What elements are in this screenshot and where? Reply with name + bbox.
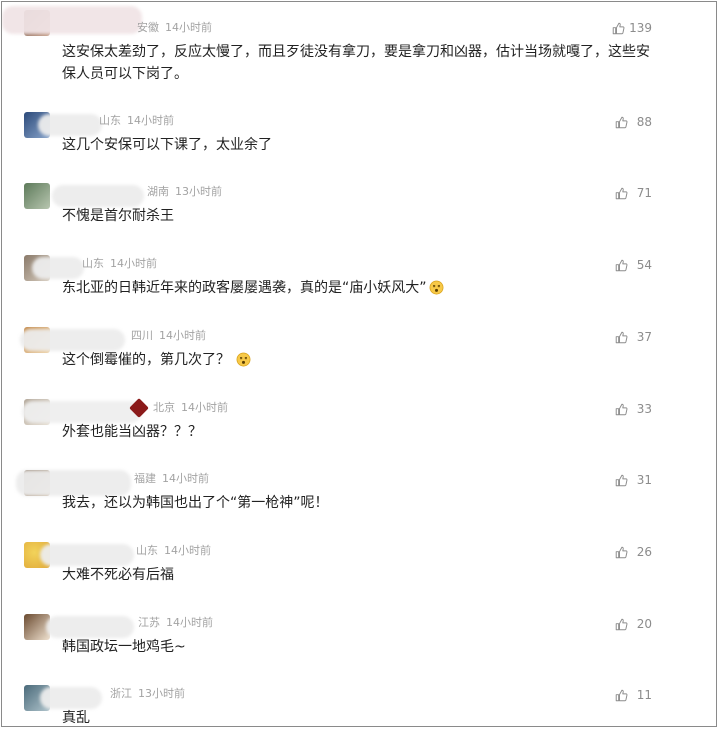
like-button[interactable]: 31	[615, 473, 652, 487]
like-button[interactable]: 26	[615, 545, 652, 559]
username-redaction	[22, 401, 142, 423]
like-button[interactable]: 88	[615, 115, 652, 129]
username-redaction	[52, 185, 144, 207]
comment-time: 14小时前	[110, 257, 157, 270]
comment-location: 北京	[153, 401, 175, 414]
comment-meta: 福建 14小时前	[134, 472, 209, 486]
comment-location: 山东	[82, 257, 104, 270]
thumbs-up-icon	[615, 474, 628, 486]
comment-time: 13小时前	[175, 185, 222, 198]
username-redaction	[40, 687, 102, 709]
username-redaction	[32, 257, 84, 279]
comment-time: 14小时前	[164, 544, 211, 557]
comment-text: 这安保太差劲了，反应太慢了，而且歹徒没有拿刀，要是拿刀和凶器，估计当场就嘎了，这…	[62, 44, 650, 82]
username-redaction	[40, 544, 134, 566]
like-button[interactable]: 20	[615, 617, 652, 631]
username-redaction	[46, 616, 134, 638]
like-count: 139	[629, 21, 652, 35]
thumbs-up-icon	[615, 187, 628, 199]
like-count: 54	[636, 258, 652, 272]
username-redaction	[20, 329, 125, 351]
like-button[interactable]: 139	[612, 21, 652, 35]
comment-time: 13小时前	[138, 687, 185, 700]
comment-time: 14小时前	[165, 21, 212, 34]
comment-time: 14小时前	[166, 616, 213, 629]
comment-time: 14小时前	[159, 329, 206, 342]
like-count: 11	[636, 688, 652, 702]
comment-location: 山东	[136, 544, 158, 557]
thumbs-up-icon	[615, 259, 628, 271]
comment-meta: 山东 14小时前	[136, 544, 211, 558]
comment-location: 浙江	[110, 687, 132, 700]
thumbs-up-icon	[612, 22, 625, 34]
thumbs-up-icon	[615, 403, 628, 415]
comment-list: 安徽 14小时前 139 这安保太差劲了，反应太慢了，而且歹徒没有拿刀，要是拿刀和…	[1, 1, 717, 727]
comment-location: 山东	[99, 114, 121, 127]
dizzy-face-emoji-icon	[236, 352, 251, 367]
comment-meta: 江苏 14小时前	[138, 616, 213, 630]
like-button[interactable]: 33	[615, 402, 652, 416]
comment-meta: 浙江 13小时前	[110, 687, 185, 701]
like-count: 20	[636, 617, 652, 631]
like-button[interactable]: 37	[615, 330, 652, 344]
comment-meta: 山东 14小时前	[82, 257, 157, 271]
comment-text: 韩国政坛一地鸡毛~	[62, 639, 186, 655]
comment-location: 湖南	[147, 185, 169, 198]
comment-location: 江苏	[138, 616, 160, 629]
thumbs-up-icon	[615, 689, 628, 701]
comment-body: 东北亚的日韩近年来的政客屡屡遇袭，真的是“庙小妖风大”	[62, 277, 662, 299]
comment-meta: 安徽 14小时前	[137, 21, 212, 35]
comment-text: 大难不死必有后福	[62, 567, 174, 583]
like-button[interactable]: 54	[615, 258, 652, 272]
comment-text: 外套也能当凶器？？？	[62, 424, 202, 440]
dizzy-face-emoji-icon	[429, 280, 443, 295]
like-count: 71	[636, 186, 652, 200]
comment-text: 真乱	[62, 710, 90, 726]
like-button[interactable]: 71	[615, 186, 652, 200]
comment-location: 四川	[131, 329, 153, 342]
comment-location: 福建	[134, 472, 156, 485]
like-count: 26	[636, 545, 652, 559]
comment-meta: 山东 14小时前	[99, 114, 174, 128]
comment-meta: 四川 14小时前	[131, 329, 206, 343]
comment-text: 我去，还以为韩国也出了个“第一枪神”呢！	[62, 495, 329, 511]
comment-text: 不愧是首尔耐杀王	[62, 208, 174, 224]
comment-text: 东北亚的日韩近年来的政客屡屡遇袭，真的是“庙小妖风大”	[62, 280, 427, 296]
username-redaction	[38, 114, 102, 136]
comment-body: 这个倒霉催的，第几次了？	[62, 349, 662, 371]
comment-text: 这个倒霉催的，第几次了？	[62, 352, 230, 368]
comment-time: 14小时前	[181, 401, 228, 414]
like-count: 37	[636, 330, 652, 344]
thumbs-up-icon	[615, 618, 628, 630]
comment-text: 这几个安保可以下课了，太业余了	[62, 137, 272, 153]
comment-time: 14小时前	[127, 114, 174, 127]
like-count: 33	[636, 402, 652, 416]
thumbs-up-icon	[615, 546, 628, 558]
comment-meta: 北京 14小时前	[153, 401, 228, 415]
username-redaction	[2, 6, 142, 34]
like-button[interactable]: 11	[615, 688, 652, 702]
like-count: 88	[636, 115, 652, 129]
comment-location: 安徽	[137, 21, 159, 34]
comment-meta: 湖南 13小时前	[147, 185, 222, 199]
thumbs-up-icon	[615, 331, 628, 343]
avatar[interactable]	[24, 183, 50, 209]
thumbs-up-icon	[615, 116, 628, 128]
comment-time: 14小时前	[162, 472, 209, 485]
like-count: 31	[636, 473, 652, 487]
